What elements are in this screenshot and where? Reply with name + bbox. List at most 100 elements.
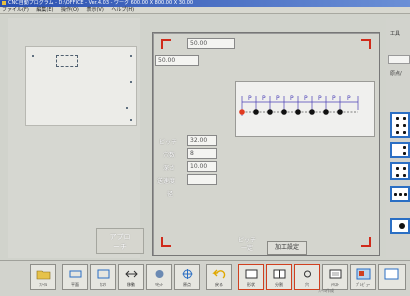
undo-label: 戻る bbox=[215, 282, 223, 287]
diagram-pitch-label: P bbox=[262, 95, 266, 102]
move-icon bbox=[125, 270, 138, 278]
preview-button[interactable]: ﾌﾟﾚﾋﾞｭｰ bbox=[350, 264, 376, 290]
hole-icon bbox=[323, 109, 329, 115]
bottom-toolbar: ﾌｧｲﾙ 平面 ｶｺｳ 移動 ﾘｾｯﾄ 原点 戻る 形状 分割 穴 ﾃｷｽﾄ ﾌ… bbox=[0, 260, 410, 296]
rectangle-icon bbox=[97, 269, 110, 279]
corner-top-right-icon[interactable] bbox=[361, 39, 371, 49]
pattern-single-button[interactable] bbox=[390, 218, 410, 234]
work-preview bbox=[25, 46, 137, 126]
preview-rectangle bbox=[56, 55, 78, 67]
app-icon bbox=[2, 0, 6, 5]
split-icon bbox=[273, 269, 286, 279]
move-button[interactable]: 移動 bbox=[118, 264, 144, 290]
reset-icon bbox=[155, 270, 164, 278]
diagram-pitch-label: P bbox=[276, 95, 280, 102]
diagram-pitch-label: P bbox=[332, 95, 336, 102]
pitch-constant-button[interactable]: ピッチ 一定 bbox=[233, 237, 261, 257]
preview-marker bbox=[130, 81, 132, 83]
hole-icon bbox=[337, 109, 343, 115]
origin-label: 原点/ bbox=[390, 71, 402, 77]
start-hole-icon bbox=[239, 109, 245, 115]
file-label: ﾌｧｲﾙ bbox=[39, 282, 47, 287]
text-icon bbox=[329, 269, 342, 279]
diagram-pitch-label: P bbox=[304, 95, 308, 102]
shape-label: 形状 bbox=[247, 282, 255, 287]
menu-operate[interactable]: 操作(O) bbox=[61, 7, 79, 13]
feed-rate-label: 送速度 bbox=[157, 178, 176, 185]
origin-icon bbox=[182, 269, 193, 279]
rectangle-button[interactable]: ｶｺｳ bbox=[90, 264, 116, 290]
approach-button[interactable]: アプロ ーチ bbox=[96, 228, 144, 254]
approach-label-2: ーチ bbox=[113, 243, 127, 251]
split-label: 分割 bbox=[275, 282, 283, 287]
hole-icon bbox=[309, 109, 315, 115]
window-icon bbox=[384, 268, 399, 280]
status-text: ﾌｧｲﾙ作成 bbox=[318, 288, 334, 293]
pattern-row-button[interactable] bbox=[390, 186, 410, 202]
diagram-pitch-label: P bbox=[318, 95, 322, 102]
corner-bottom-left-icon[interactable] bbox=[161, 237, 171, 247]
diagram-pitch-label: P bbox=[248, 95, 252, 102]
menu-help[interactable]: ヘルプ(H) bbox=[111, 7, 134, 13]
plane-icon bbox=[69, 270, 82, 278]
reset-button[interactable]: ﾘｾｯﾄ bbox=[146, 264, 172, 290]
pitch-constant-label-1: ピッチ bbox=[237, 237, 256, 244]
preview-icon bbox=[356, 268, 371, 280]
corner-bottom-right-icon[interactable] bbox=[361, 237, 371, 247]
menu-edit[interactable]: 編集(E) bbox=[36, 7, 53, 13]
top-offset-field[interactable]: 50.00 bbox=[187, 38, 235, 49]
approach-label-1: アプロ bbox=[109, 233, 131, 241]
origin-btn-label: 原点 bbox=[183, 282, 191, 287]
pitch-label: ピッチ bbox=[159, 139, 178, 146]
folder-icon bbox=[36, 270, 51, 280]
diagram-pitch-label: P bbox=[347, 95, 351, 102]
hole-count-label: 穴数 bbox=[163, 152, 176, 159]
diameter-label: 径 bbox=[167, 191, 174, 198]
corner-top-left-icon[interactable] bbox=[161, 39, 171, 49]
preview-marker bbox=[130, 119, 132, 121]
text-button[interactable]: ﾃｷｽﾄ bbox=[322, 264, 348, 290]
preview-label: ﾌﾟﾚﾋﾞｭｰ bbox=[356, 282, 370, 287]
move-label: 移動 bbox=[127, 282, 135, 287]
hole-count-field[interactable]: 8 bbox=[187, 148, 217, 159]
right-panel: 工具 原点/ 終了 bbox=[386, 18, 410, 276]
menu-bar: ファイル(F) 編集(E) 操作(O) 表示(V) ヘルプ(H) bbox=[0, 7, 410, 14]
left-panel: アプロ ーチ bbox=[8, 18, 144, 258]
rectangle-label: ｶｺｳ bbox=[100, 282, 106, 287]
window-title: CNC自動プログラム - D:\OFFICE - Ver.4.03 - ワーク … bbox=[8, 0, 194, 6]
hole-icon bbox=[295, 109, 301, 115]
origin-button[interactable]: 原点 bbox=[174, 264, 200, 290]
more-button[interactable] bbox=[378, 264, 406, 290]
plane-label: 平面 bbox=[71, 282, 79, 287]
preview-marker bbox=[126, 107, 128, 109]
file-button[interactable]: ﾌｧｲﾙ bbox=[30, 264, 56, 290]
side-offset-field[interactable]: 50.00 bbox=[155, 55, 199, 66]
feed-rate-field[interactable] bbox=[187, 174, 217, 185]
depth-field[interactable]: 10.00 bbox=[187, 161, 217, 172]
shape-button[interactable]: 形状 bbox=[238, 264, 264, 290]
undo-icon bbox=[212, 269, 226, 279]
pattern-column-button[interactable] bbox=[390, 142, 410, 158]
hole-button[interactable]: 穴 bbox=[294, 264, 320, 290]
reset-label: ﾘｾｯﾄ bbox=[155, 282, 163, 287]
split-button[interactable]: 分割 bbox=[266, 264, 292, 290]
hole-icon bbox=[253, 109, 259, 115]
pitch-diagram: P P P P P P P P bbox=[235, 81, 375, 137]
pitch-field[interactable]: 32.00 bbox=[187, 135, 217, 146]
plane-button[interactable]: 平面 bbox=[62, 264, 88, 290]
hole-icon bbox=[304, 270, 311, 278]
machining-settings-button[interactable]: 加工設定 bbox=[267, 241, 307, 255]
preview-marker bbox=[32, 55, 34, 57]
menu-file[interactable]: ファイル(F) bbox=[2, 7, 29, 13]
shape-icon bbox=[245, 269, 258, 279]
tool-field[interactable] bbox=[388, 55, 410, 64]
undo-button[interactable]: 戻る bbox=[206, 264, 232, 290]
hole-pitch-dialog: 50.00 50.00 P P P P P P P P ピッチ 32.00 穴数… bbox=[152, 32, 380, 256]
title-bar: CNC自動プログラム - D:\OFFICE - Ver.4.03 - ワーク … bbox=[0, 0, 410, 7]
pattern-circle-button[interactable] bbox=[390, 162, 410, 180]
pattern-grid-button[interactable] bbox=[390, 112, 410, 138]
preview-marker bbox=[130, 55, 132, 57]
menu-view[interactable]: 表示(V) bbox=[86, 7, 103, 13]
hole-icon bbox=[267, 109, 273, 115]
hole-icon bbox=[281, 109, 287, 115]
